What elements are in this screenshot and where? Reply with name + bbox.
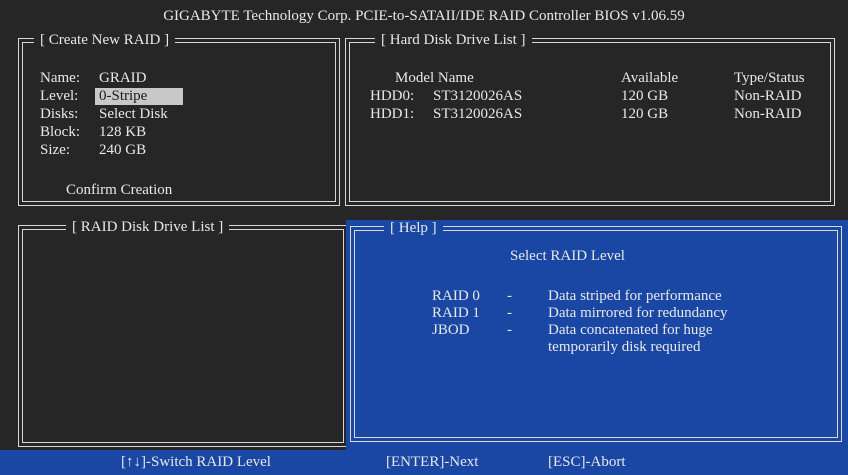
hdd1-available: 120 GB [621, 106, 669, 122]
name-label: Name: [40, 70, 80, 86]
help-raid1-level: RAID 1 [432, 305, 480, 321]
level-label: Level: [40, 88, 79, 104]
help-raid0-sep: - [507, 288, 512, 304]
name-value[interactable]: GRAID [99, 70, 147, 87]
status-bar: [↑↓]-Switch RAID Level [ENTER]-Next [ESC… [0, 450, 848, 475]
hdd1-model[interactable]: ST3120026AS [433, 106, 522, 123]
type-status-header: Type/Status [734, 70, 805, 86]
help-jbod-desc: Data concatenated for huge [548, 322, 713, 338]
help-jbod-level: JBOD [432, 322, 470, 338]
help-title: [ Help ] [384, 220, 443, 236]
hdd0-type: Non-RAID [734, 88, 802, 104]
help-raid1-desc: Data mirrored for redundancy [548, 305, 728, 321]
disks-label: Disks: [40, 106, 79, 122]
hdd1-type: Non-RAID [734, 106, 802, 122]
help-panel: [ Help ] Select RAID Level RAID 0 - Data… [346, 220, 848, 450]
hdd-list-title: [ Hard Disk Drive List ] [375, 32, 532, 48]
block-value[interactable]: 128 KB [99, 124, 146, 141]
size-label: Size: [40, 142, 70, 158]
size-value[interactable]: 240 GB [99, 142, 146, 159]
available-header: Available [621, 70, 679, 86]
block-label: Block: [40, 124, 80, 140]
hdd0-model[interactable]: ST3120026AS [433, 88, 522, 105]
hdd-list-panel: [ Hard Disk Drive List ] Model Name Avai… [345, 32, 835, 206]
esc-abort-hint: [ESC]-Abort [548, 454, 626, 470]
help-heading: Select RAID Level [510, 248, 625, 264]
hdd1-id[interactable]: HDD1: [370, 106, 414, 123]
help-jbod-desc-continued: temporarily disk required [548, 339, 701, 355]
create-raid-title: [ Create New RAID ] [34, 32, 176, 48]
raid-list-panel: [ RAID Disk Drive List ] [18, 219, 348, 447]
disks-value[interactable]: Select Disk [99, 106, 168, 123]
raid-list-title: [ RAID Disk Drive List ] [66, 219, 230, 235]
level-value-selected[interactable]: 0-Stripe [95, 88, 183, 105]
switch-raid-level-hint: [↑↓]-Switch RAID Level [121, 454, 271, 470]
panel-border-inner [22, 229, 344, 443]
hdd0-id[interactable]: HDD0: [370, 88, 414, 105]
create-raid-panel: [ Create New RAID ] Name: GRAID Level: 0… [18, 32, 340, 206]
help-raid0-desc: Data striped for performance [548, 288, 722, 304]
help-raid0-level: RAID 0 [432, 288, 480, 304]
enter-next-hint: [ENTER]-Next [386, 454, 479, 470]
help-raid1-sep: - [507, 305, 512, 321]
help-jbod-sep: - [507, 322, 512, 338]
confirm-creation-button[interactable]: Confirm Creation [66, 182, 172, 199]
bios-title: GIGABYTE Technology Corp. PCIE-to-SATAII… [163, 8, 685, 24]
model-name-header: Model Name [395, 70, 474, 86]
hdd0-available: 120 GB [621, 88, 669, 104]
